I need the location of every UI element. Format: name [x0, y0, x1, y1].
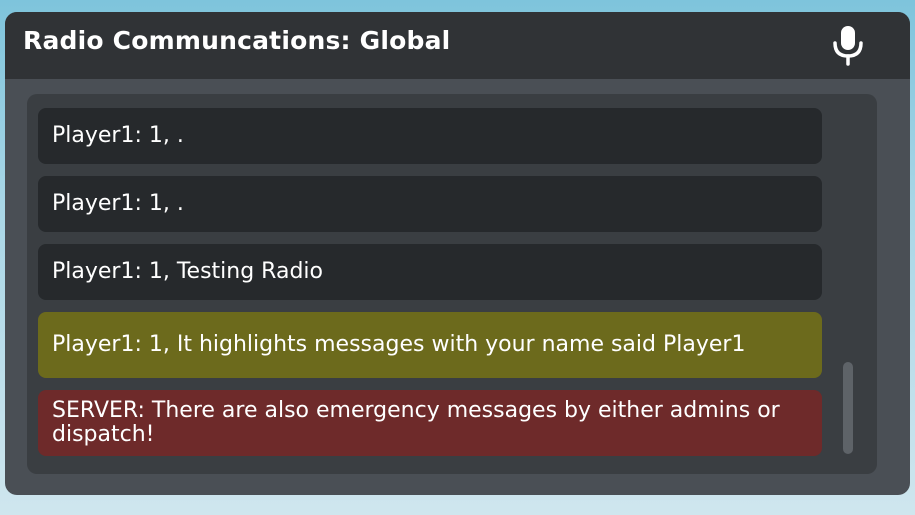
message-text: SERVER: There are also emergency message… — [52, 398, 780, 447]
message-item: Player1: 1, . — [38, 176, 822, 232]
feed-scrollbar[interactable] — [843, 362, 853, 454]
radio-panel: Radio Communcations: Global Player1: 1, … — [5, 12, 910, 495]
message-text: Player1: 1, Testing Radio — [52, 259, 324, 284]
emergency-message-item: SERVER: There are also emergency message… — [38, 390, 822, 456]
message-item: Player1: 1, . — [38, 108, 822, 164]
highlighted-message-item: Player1: 1, It highlights messages with … — [38, 312, 822, 378]
panel-title: Radio Communcations: Global — [23, 26, 451, 55]
message-text: Player1: 1, . — [52, 191, 184, 216]
microphone-icon[interactable] — [831, 24, 865, 66]
message-text: Player1: 1, It highlights messages with … — [52, 332, 746, 357]
panel-header: Radio Communcations: Global — [5, 12, 910, 79]
message-item: Player1: 1, Testing Radio — [38, 244, 822, 300]
message-feed[interactable]: Player1: 1, . Player1: 1, . Player1: 1, … — [27, 94, 877, 474]
message-text: Player1: 1, . — [52, 123, 184, 148]
